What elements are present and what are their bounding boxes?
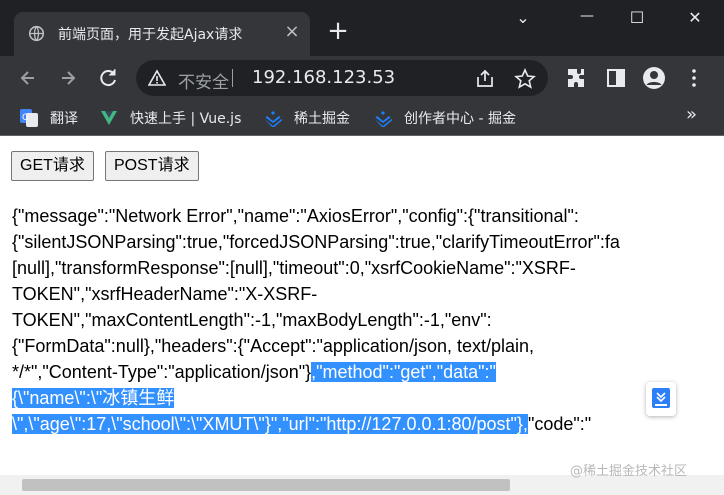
omnibox-separator — [232, 69, 233, 87]
not-secure-label: 不安全 — [178, 73, 229, 93]
address-bar[interactable]: 不安全 192.168.123.53 — [136, 60, 548, 96]
bookmark-label: 创作者中心 - 掘金 — [404, 111, 516, 127]
extensions-icon[interactable] — [564, 66, 588, 90]
tab-close-icon[interactable]: × — [283, 23, 301, 41]
svg-text:G: G — [22, 113, 29, 123]
get-request-button[interactable]: GET请求 — [11, 151, 94, 181]
output-line: {"FormData":null},"headers":{"Accept":"a… — [12, 336, 535, 356]
profile-avatar-icon[interactable] — [642, 66, 666, 90]
response-output: {"message":"Network Error","name":"Axios… — [12, 203, 620, 437]
browser-toolbar: 不安全 192.168.123.53 — [0, 56, 724, 100]
globe-icon — [28, 25, 45, 42]
watermark: @稀土掘金技术社区 — [570, 464, 688, 479]
output-line: [null],"transformResponse":[null],"timeo… — [12, 258, 576, 278]
browser-titlebar: 前端页面，用于发起Ajax请求 × + ⌄ — ☐ ✕ — [0, 0, 724, 56]
post-request-button[interactable]: POST请求 — [105, 151, 199, 181]
output-line: \",\"age\":17,\"school\":\"XMUT\"}","url… — [12, 414, 592, 434]
selected-text: ,"method":"get","data":" — [311, 362, 496, 382]
google-translate-icon: G — [20, 109, 38, 127]
bookmark-creator-center[interactable]: 创作者中心 - 掘金 — [374, 108, 534, 128]
vue-icon — [101, 111, 117, 125]
reload-icon[interactable] — [94, 64, 122, 92]
warning-icon[interactable] — [148, 69, 166, 87]
page-content: GET请求 POST请求 {"message":"Network Error",… — [0, 137, 724, 475]
download-helper-icon — [652, 388, 670, 408]
bookmarks-bar: G 翻译 快速上手 | Vue.js 稀土掘金 创作者中心 - 掘金 — [0, 100, 724, 136]
minimize-icon[interactable]: — — [572, 8, 602, 34]
bookmark-star-icon[interactable] — [514, 68, 536, 90]
juejin-icon — [374, 111, 392, 127]
tab-search-icon[interactable]: ⌄ — [508, 8, 538, 34]
new-tab-button[interactable]: + — [326, 18, 350, 44]
scrollbar-thumb[interactable] — [22, 479, 510, 491]
browser-tab[interactable]: 前端页面，用于发起Ajax请求 × — [14, 12, 310, 56]
close-window-icon[interactable]: ✕ — [680, 8, 710, 34]
output-line: {"silentJSONParsing":true,"forcedJSONPar… — [12, 232, 620, 252]
bookmark-label: 翻译 — [50, 111, 78, 127]
forward-icon[interactable] — [54, 64, 82, 92]
bookmark-label: 快速上手 | Vue.js — [130, 111, 242, 127]
bookmarks-overflow-icon[interactable]: » — [686, 104, 697, 125]
bookmark-translate[interactable]: G 翻译 — [20, 108, 90, 128]
bookmark-label: 稀土掘金 — [294, 111, 350, 127]
translate-float-icon[interactable] — [646, 382, 676, 416]
output-line: {\"name\":\"冰镇生鲜 — [12, 385, 620, 411]
bookmark-vue[interactable]: 快速上手 | Vue.js — [100, 108, 260, 128]
output-line: {"message":"Network Error","name":"Axios… — [12, 206, 579, 226]
side-panel-icon[interactable] — [604, 66, 628, 90]
share-icon[interactable] — [474, 68, 496, 90]
bookmark-juejin[interactable]: 稀土掘金 — [264, 108, 364, 128]
selected-text: \",\"age\":17,\"school\":\"XMUT\"}","url… — [12, 414, 528, 434]
selected-text: {\"name\":\"冰镇生鲜 — [12, 388, 175, 408]
maximize-icon[interactable]: ☐ — [622, 8, 652, 34]
tab-title: 前端页面，用于发起Ajax请求 — [58, 27, 243, 43]
output-line: TOKEN","maxContentLength":-1,"maxBodyLen… — [12, 310, 492, 330]
menu-kebab-icon[interactable] — [682, 66, 706, 90]
juejin-icon — [264, 111, 282, 127]
back-icon[interactable] — [14, 64, 42, 92]
output-line: TOKEN","xsrfHeaderName":"X-XSRF- — [12, 284, 318, 304]
url-text[interactable]: 192.168.123.53 — [252, 67, 395, 88]
output-line: */*","Content-Type":"application/json"},… — [12, 362, 496, 382]
